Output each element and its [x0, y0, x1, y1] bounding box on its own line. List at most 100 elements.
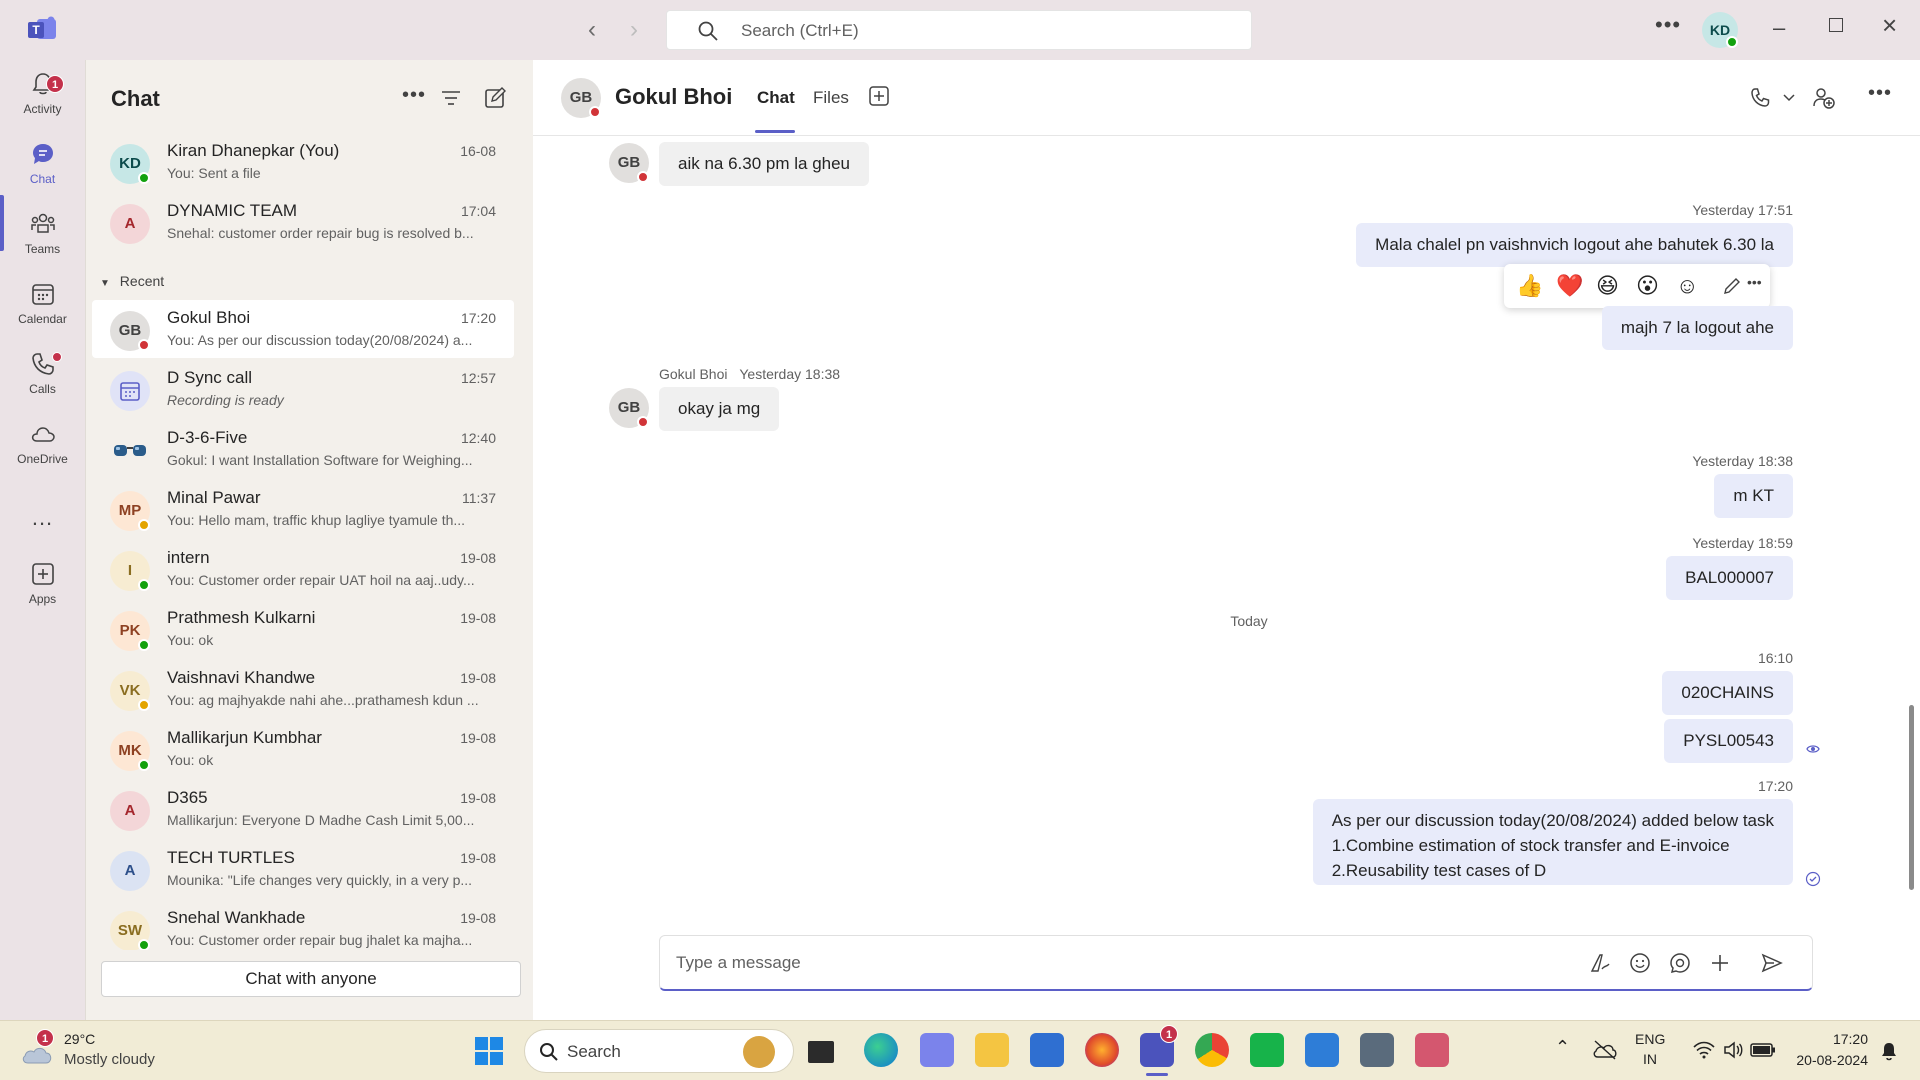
rail-item-onedrive[interactable]: OneDrive [0, 420, 85, 466]
wifi-icon[interactable] [1693, 1041, 1715, 1059]
tab-files[interactable]: Files [813, 88, 849, 108]
profile-avatar[interactable]: KD [1702, 12, 1738, 48]
notepad-icon[interactable] [1305, 1033, 1339, 1067]
chat-item-prathmesh-kulkarni[interactable]: PK Prathmesh Kulkarni 19-08 You: ok [92, 600, 514, 658]
forward-arrow-icon[interactable]: › [630, 16, 638, 44]
edit-icon[interactable] [1722, 276, 1742, 296]
clock-time[interactable]: 17:20 [1800, 1031, 1868, 1047]
sender-avatar[interactable]: GB [609, 388, 649, 428]
emoji-icon[interactable] [1628, 951, 1652, 975]
message-input[interactable] [676, 950, 1536, 976]
store-icon[interactable] [1030, 1033, 1064, 1067]
weather-widget[interactable]: 1 [20, 1029, 54, 1067]
message-outgoing[interactable]: BAL000007 [1666, 556, 1793, 600]
message-outgoing[interactable]: 020CHAINS [1662, 671, 1793, 715]
file-explorer-icon[interactable] [975, 1033, 1009, 1067]
send-icon[interactable] [1760, 951, 1784, 975]
message-outgoing[interactable]: As per our discussion today(20/08/2024) … [1312, 799, 1793, 885]
minimize-icon[interactable]: – [1773, 15, 1785, 41]
snipping-tool-icon[interactable] [1415, 1033, 1449, 1067]
chat-item-mallikarjun-kumbhar[interactable]: MK Mallikarjun Kumbhar 19-08 You: ok [92, 720, 514, 778]
chat-item-dynamic-team[interactable]: A DYNAMIC TEAM 17:04 Snehal: customer or… [92, 193, 514, 251]
teams-logo-icon[interactable]: T [28, 16, 56, 42]
avatar: MK [110, 731, 150, 771]
chat-list-more-icon[interactable]: ••• [402, 84, 426, 107]
chat-item-d-sync-call[interactable]: D Sync call 12:57 Recording is ready [92, 360, 514, 418]
maximize-icon[interactable] [1829, 18, 1843, 32]
message-outgoing[interactable]: majh 7 la logout ahe [1601, 306, 1793, 350]
surprised-reaction-icon[interactable]: 😮 [1636, 273, 1659, 299]
weather-description[interactable]: Mostly cloudy [64, 1051, 155, 1068]
conversation-more-icon[interactable]: ••• [1868, 82, 1892, 105]
filter-icon[interactable] [441, 90, 461, 106]
search-bar[interactable]: Search (Ctrl+E) [666, 10, 1252, 50]
chat-item-snehal-wankhade[interactable]: SW Snehal Wankhade 19-08 You: Customer o… [92, 900, 514, 950]
new-chat-icon[interactable] [484, 87, 506, 109]
chat-item-vaishnavi-khandwe[interactable]: VK Vaishnavi Khandwe 19-08 You: ag majhy… [92, 660, 514, 718]
chevron-up-icon[interactable]: ⌃ [1555, 1037, 1570, 1058]
add-people-icon[interactable] [1812, 86, 1836, 110]
sender-avatar[interactable]: GB [609, 143, 649, 183]
chat-item-minal-pawar[interactable]: MP Minal Pawar 11:37 You: Hello mam, tra… [92, 480, 514, 538]
call-icon[interactable] [1749, 87, 1771, 109]
group-avatar: A [110, 851, 150, 891]
sheets-app-icon[interactable] [1250, 1033, 1284, 1067]
laugh-reaction-icon[interactable]: 😆 [1596, 273, 1619, 299]
rail-item-calendar[interactable]: Calendar [0, 280, 85, 326]
add-reaction-icon[interactable]: ☺ [1676, 273, 1698, 299]
chevron-down-icon[interactable] [1783, 93, 1795, 103]
language-indicator[interactable]: ENG [1635, 1031, 1665, 1047]
chat-with-anyone-button[interactable]: Chat with anyone [101, 961, 521, 997]
like-reaction-icon[interactable]: 👍 [1516, 273, 1543, 299]
calculator-icon[interactable] [1360, 1033, 1394, 1067]
rail-item-calls[interactable]: Calls [0, 350, 85, 396]
chrome-icon[interactable] [1195, 1033, 1229, 1067]
volume-icon[interactable] [1722, 1039, 1744, 1061]
chat-item-gokul-bhoi[interactable]: GB Gokul Bhoi 17:20 You: As per our disc… [92, 300, 514, 358]
chat-item-d365[interactable]: A D365 19-08 Mallikarjun: Everyone D Mad… [92, 780, 514, 838]
rail-item-teams[interactable]: Teams [0, 210, 85, 256]
chat-item-intern[interactable]: I intern 19-08 You: Customer order repai… [92, 540, 514, 598]
message-outgoing[interactable]: m KT [1714, 474, 1793, 518]
edge-browser-icon[interactable] [864, 1033, 898, 1067]
chat-item-kiran-dhanepkar[interactable]: KD Kiran Dhanepkar (You) 16-08 You: Sent… [92, 133, 514, 191]
chat-item-d-3-6-five[interactable]: D-3-6-Five 12:40 Gokul: I want Installat… [92, 420, 514, 478]
conversation-avatar[interactable]: GB [561, 78, 601, 118]
taskbar-search[interactable]: Search [524, 1029, 794, 1073]
battery-icon[interactable] [1750, 1041, 1776, 1059]
weather-temperature[interactable]: 29°C [64, 1031, 95, 1047]
heart-reaction-icon[interactable]: ❤️ [1556, 273, 1583, 299]
close-icon[interactable]: × [1882, 10, 1897, 41]
format-icon[interactable] [1588, 951, 1612, 975]
tab-chat[interactable]: Chat [757, 88, 795, 108]
message-incoming[interactable]: aik na 6.30 pm la gheu [659, 142, 870, 186]
message-outgoing[interactable]: PYSL00543 [1664, 719, 1793, 763]
onedrive-sync-icon[interactable] [1592, 1039, 1618, 1061]
message-outgoing[interactable]: Mala chalel pn vaishnvich logout ahe bah… [1356, 223, 1793, 267]
rail-item-chat[interactable]: Chat [0, 140, 85, 186]
message-more-icon[interactable]: ••• [1747, 274, 1762, 290]
rail-item-apps[interactable]: Apps [0, 560, 85, 606]
teams-icon [30, 213, 55, 233]
loop-component-icon[interactable] [1668, 951, 1692, 975]
clock-date[interactable]: 20-08-2024 [1786, 1052, 1868, 1068]
chat-item-name: Snehal Wankhade [167, 908, 306, 927]
back-arrow-icon[interactable]: ‹ [588, 16, 596, 44]
add-tab-icon[interactable] [869, 86, 889, 106]
settings-more-icon[interactable]: ••• [1655, 12, 1681, 38]
teams-personal-icon[interactable] [920, 1033, 954, 1067]
notification-bell-icon[interactable] [1880, 1041, 1898, 1061]
chat-item-tech-turtles[interactable]: A TECH TURTLES 19-08 Mounika: "Life chan… [92, 840, 514, 898]
chat-item-time: 19-08 [460, 790, 496, 806]
message-incoming[interactable]: okay ja mg [659, 387, 780, 431]
plus-icon[interactable] [1708, 951, 1732, 975]
firefox-icon[interactable] [1085, 1033, 1119, 1067]
conversation-scrollbar[interactable] [1909, 705, 1914, 890]
rail-item-activity[interactable]: 1 Activity [0, 70, 85, 116]
task-view-icon[interactable] [808, 1041, 834, 1063]
teams-work-icon[interactable]: 1 [1140, 1025, 1178, 1067]
recent-section-header[interactable]: ▼ Recent [100, 273, 164, 289]
more-apps-icon[interactable]: ... [0, 505, 85, 531]
region-indicator[interactable]: IN [1643, 1051, 1657, 1067]
windows-start-icon[interactable] [474, 1036, 504, 1066]
